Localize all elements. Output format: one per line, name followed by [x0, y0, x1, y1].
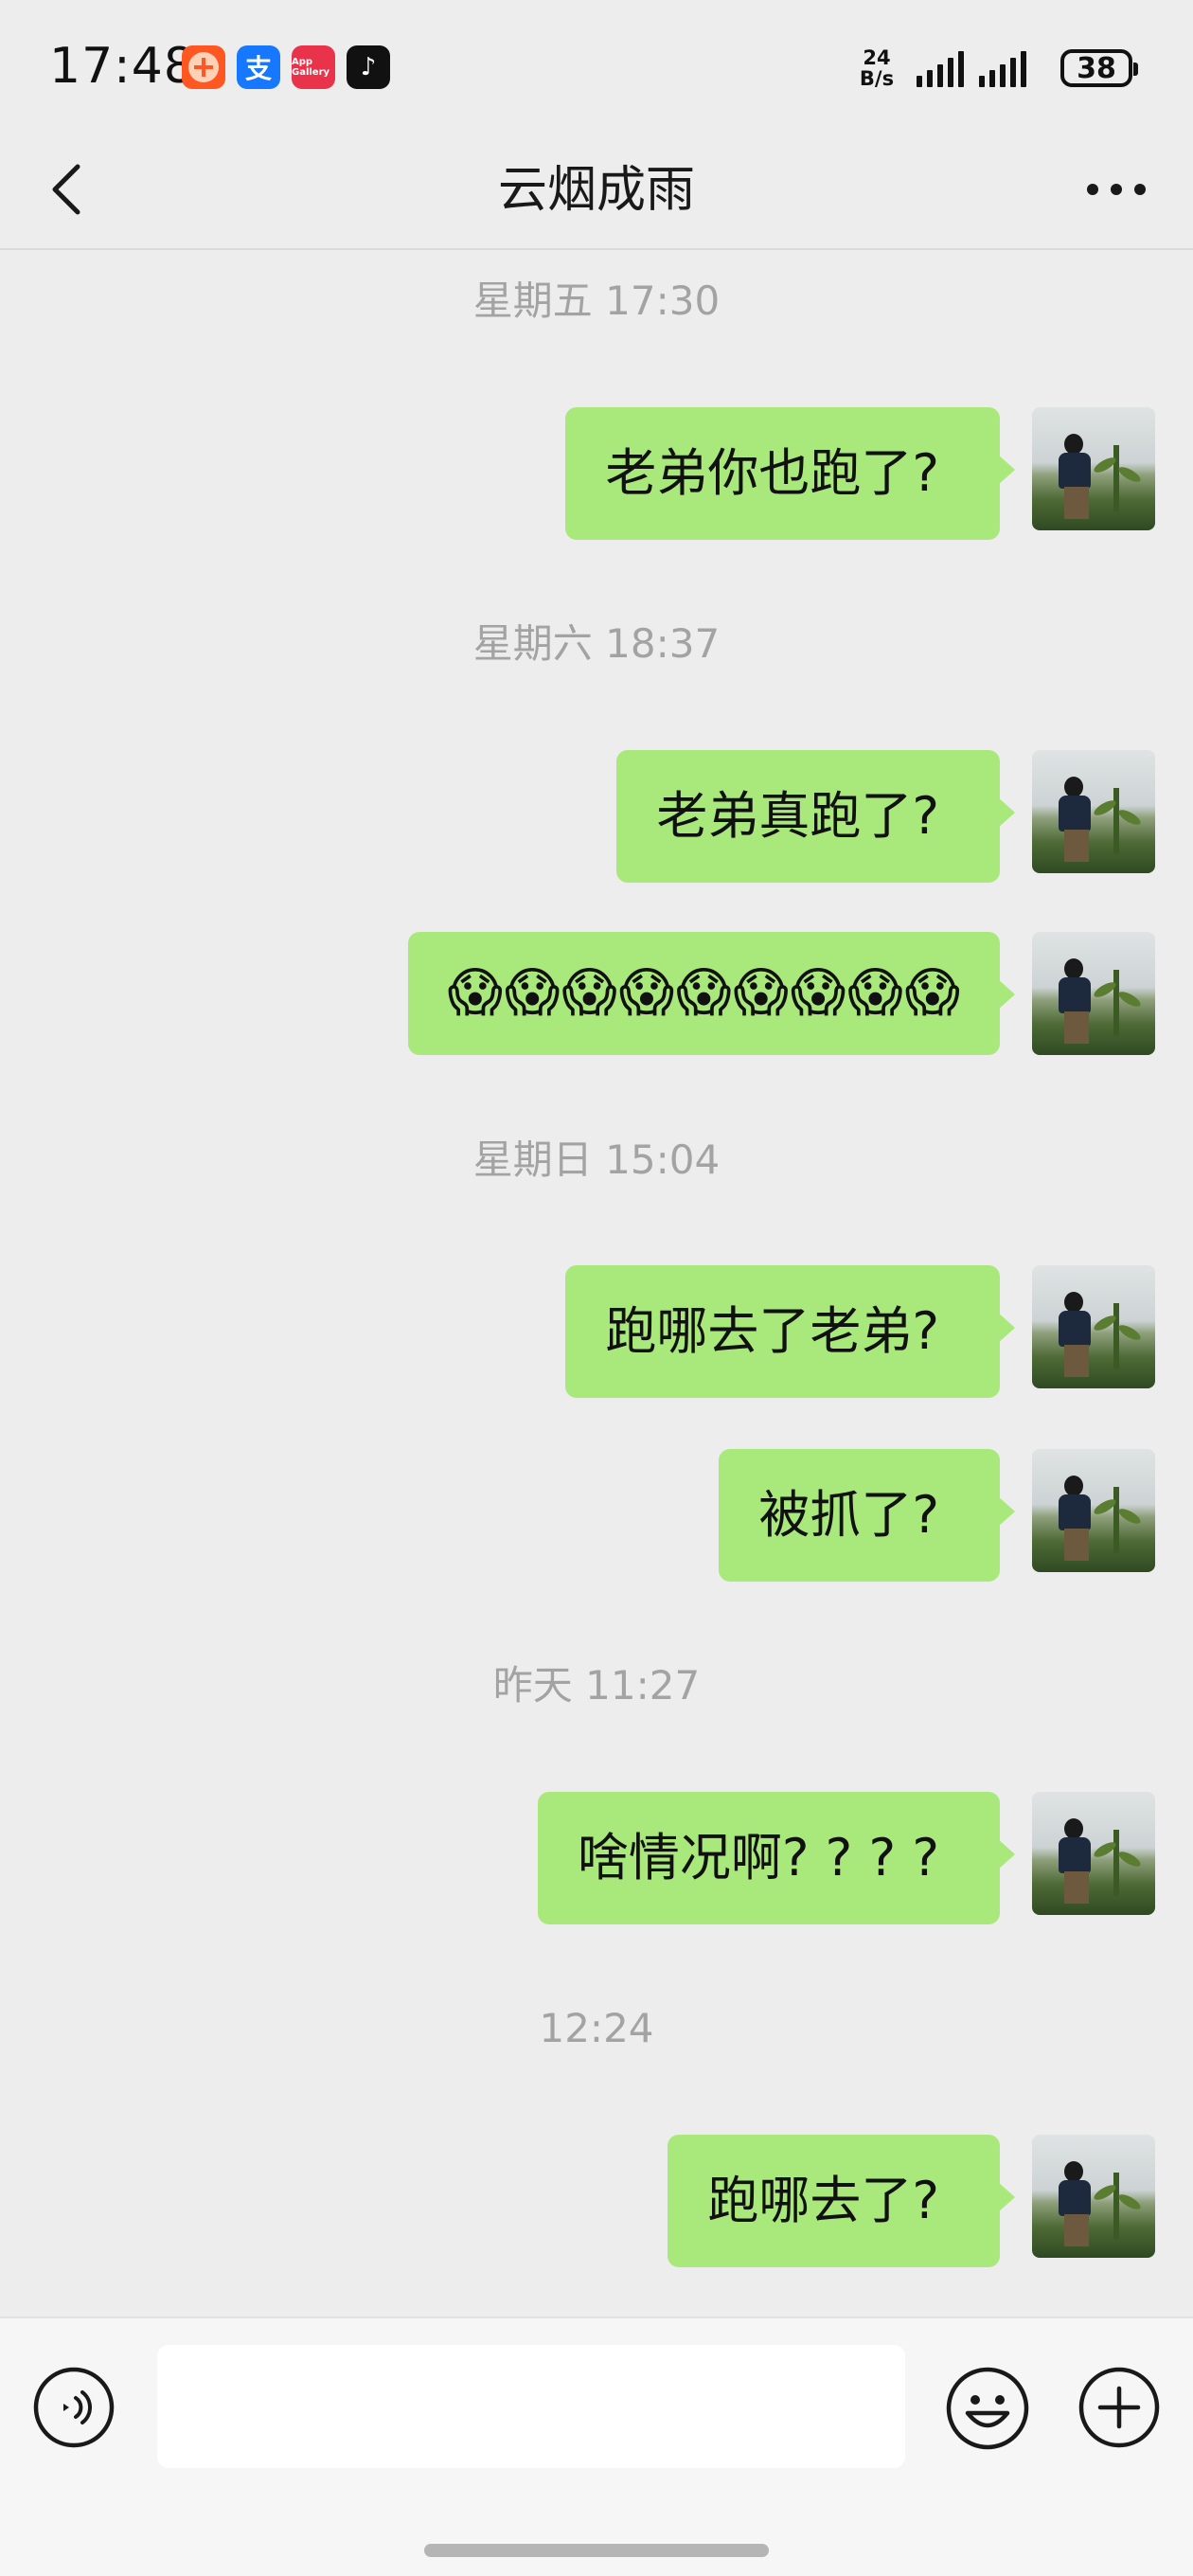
avatar[interactable]	[1032, 750, 1155, 873]
timestamp: 星期日 15:04	[472, 1136, 721, 1183]
avatar[interactable]	[1032, 1449, 1155, 1572]
more-icon	[1087, 184, 1146, 195]
emoji-button[interactable]	[945, 2366, 1030, 2451]
avatar[interactable]	[1032, 407, 1155, 530]
more-functions-button[interactable]	[1077, 2366, 1161, 2449]
network-speed: 24 B/s	[854, 47, 899, 89]
voice-icon	[33, 2367, 115, 2448]
app-gallery-icon: App Gallery	[292, 45, 335, 89]
input-bar	[0, 2317, 1193, 2576]
network-speed-value: 24	[863, 46, 891, 69]
nav-bar: 云烟成雨	[0, 133, 1193, 250]
taobao-icon	[182, 45, 225, 89]
timestamp: 星期六 18:37	[472, 620, 721, 667]
voice-button[interactable]	[32, 2366, 116, 2449]
timestamp: 昨天 11:27	[492, 1662, 701, 1708]
signal-icon	[917, 49, 964, 87]
plus-icon	[1078, 2367, 1160, 2448]
timestamp: 12:24	[539, 2005, 654, 2051]
chat-title: 云烟成雨	[497, 162, 695, 219]
alipay-icon: 支	[237, 45, 280, 89]
battery-icon: 38	[1060, 49, 1138, 87]
message-bubble[interactable]: 😱😱😱😱😱😱😱😱😱	[407, 932, 1016, 1055]
message-input[interactable]	[157, 2345, 905, 2468]
message-bubble[interactable]: 啥情况啊? ? ? ?	[537, 1792, 1016, 1924]
avatar[interactable]	[1032, 932, 1155, 1055]
tiktok-icon: ♪	[347, 45, 390, 89]
smiley-icon	[946, 2367, 1029, 2450]
battery-level: 38	[1077, 51, 1116, 85]
message-bubble[interactable]: 老弟你也跑了?	[565, 407, 1015, 540]
message-bubble[interactable]: 被抓了?	[719, 1449, 1015, 1582]
status-bar: 17:48 支 App Gallery ♪ 24 B/s 38	[0, 0, 1193, 133]
message-bubble[interactable]: 老弟真跑了?	[616, 750, 1015, 883]
signal-icon-sim2	[979, 49, 1026, 87]
message-bubble[interactable]: 跑哪去了?	[668, 2135, 1015, 2267]
home-indicator[interactable]	[424, 2544, 769, 2557]
more-button[interactable]	[1074, 152, 1159, 227]
avatar[interactable]	[1032, 1792, 1155, 1915]
status-time: 17:48	[49, 38, 196, 95]
message-bubble[interactable]: 跑哪去了老弟?	[565, 1265, 1015, 1398]
network-speed-unit: B/s	[859, 67, 895, 90]
avatar[interactable]	[1032, 2135, 1155, 2258]
avatar[interactable]	[1032, 1265, 1155, 1388]
timestamp: 星期五 17:30	[472, 277, 721, 324]
